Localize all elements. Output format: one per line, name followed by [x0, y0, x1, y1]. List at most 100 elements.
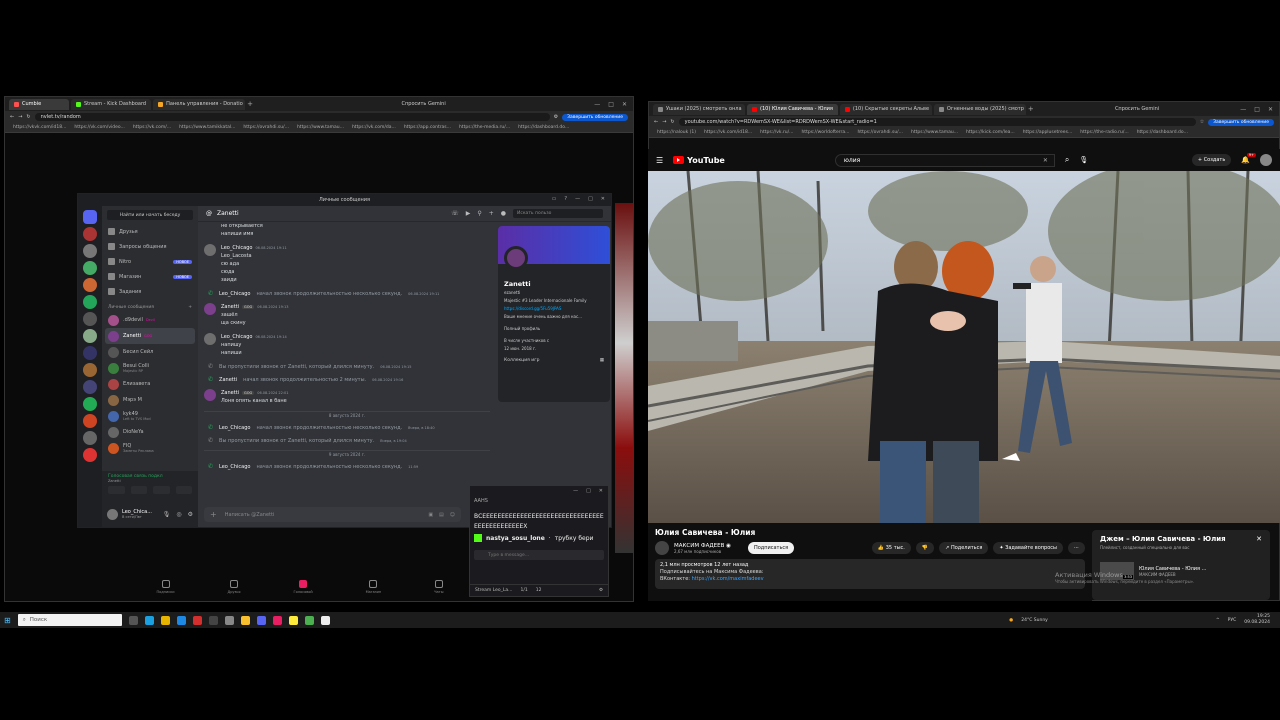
server-icon[interactable] — [83, 431, 97, 445]
right-tab-0[interactable]: Ушаки (2025) смотреть онла — [653, 103, 745, 115]
profile-toggle-icon[interactable]: ● — [501, 210, 506, 217]
nav-shop[interactable]: Магазин НОВОЕ — [102, 269, 198, 284]
find-conversation-button[interactable]: Найти или начать беседу — [107, 210, 193, 220]
avatar[interactable] — [204, 303, 216, 315]
mic-icon[interactable]: 🎙 — [163, 511, 171, 518]
server-icon[interactable] — [83, 261, 97, 275]
clock[interactable]: 19:25 09.08.2024 — [1244, 614, 1270, 626]
bookmark-7[interactable]: https://app.contras... — [404, 125, 451, 130]
gemini-button[interactable]: Спросить Gemini — [1115, 106, 1159, 112]
reload-icon[interactable]: ↻ — [670, 119, 674, 125]
close-icon[interactable]: ✕ — [599, 488, 603, 494]
dislike-button[interactable]: 👎 — [915, 542, 935, 554]
nav-item[interactable]: Магазин — [366, 580, 381, 600]
bookmark-1[interactable]: https://vk.com/video... — [74, 125, 124, 130]
more-button[interactable]: ⋯ — [1068, 542, 1085, 554]
event-author[interactable]: Leo_Chicago — [219, 425, 250, 431]
nav-friends[interactable]: Друзья — [102, 224, 198, 239]
minimize-icon[interactable]: — — [1240, 106, 1246, 113]
explorer-icon[interactable] — [160, 615, 170, 625]
bookmark-0[interactable]: https://vkvk.com/id18... — [13, 125, 66, 130]
new-tab-button[interactable]: + — [1028, 105, 1034, 113]
phone-icon[interactable]: ☏ — [451, 210, 459, 217]
profile-avatar[interactable] — [504, 246, 528, 270]
dm-item-6[interactable]: kyk49 Left to TVS Mod — [102, 408, 198, 424]
discord-home-icon[interactable] — [83, 210, 97, 224]
weather-text[interactable]: 24°C Sunny — [1021, 618, 1048, 623]
reload-icon[interactable]: ↻ — [26, 114, 30, 120]
clear-icon[interactable]: ✕ — [1043, 157, 1048, 164]
app-icon[interactable] — [272, 615, 282, 625]
bookmark-6[interactable]: https://kick.com/lea... — [966, 130, 1015, 135]
bookmark-9[interactable]: https://dashboard.do... — [518, 125, 569, 130]
language-indicator[interactable]: РУС — [1228, 618, 1237, 623]
bookmark-2[interactable]: https://vk.com/... — [133, 125, 171, 130]
app-icon[interactable] — [208, 615, 218, 625]
forward-icon[interactable]: → — [18, 114, 22, 120]
nav-item[interactable]: Подписки — [156, 580, 175, 600]
back-icon[interactable]: ← — [654, 119, 658, 125]
pin-icon[interactable]: ⚲ — [477, 210, 481, 217]
server-icon[interactable] — [83, 346, 97, 360]
nav-item[interactable]: Друзья — [227, 580, 241, 600]
event-author[interactable]: Leo_Chicago — [219, 291, 250, 297]
gear-icon[interactable]: ⚙ — [188, 511, 193, 518]
dm-item-0[interactable]: .d9devil Devil — [102, 312, 198, 328]
update-button[interactable]: Завершить обновление — [562, 113, 628, 121]
bookmark-3[interactable]: https://www.tamikkatal... — [179, 125, 235, 130]
dm-item-1[interactable]: Zanetti GOG — [105, 328, 195, 344]
new-dm-button[interactable]: + — [188, 305, 192, 310]
left-tab-0[interactable]: Cumbie — [9, 98, 69, 110]
gif-icon[interactable]: ▤ — [439, 512, 444, 518]
bookmark-7[interactable]: https://applusetrees... — [1023, 130, 1073, 135]
channel-avatar[interactable] — [655, 541, 669, 555]
message-author[interactable]: Leo_Chicago — [221, 245, 252, 251]
create-button[interactable]: + Создать — [1191, 154, 1232, 166]
avatar[interactable] — [107, 508, 118, 520]
app-icon[interactable] — [240, 615, 250, 625]
bookmark-1[interactable]: https://vk.com/id18... — [704, 130, 752, 135]
close-icon[interactable]: ✕ — [1256, 535, 1262, 543]
dm-item-5[interactable]: Мэрэ М — [102, 392, 198, 408]
bookmark-4[interactable]: https://ovrahdi.su/... — [243, 125, 289, 130]
event-author[interactable]: Leo_Chicago — [219, 464, 250, 470]
avatar[interactable] — [204, 333, 216, 345]
nav-item[interactable]: Чаты — [434, 580, 444, 600]
avatar[interactable] — [1260, 154, 1272, 166]
tray-chevron-icon[interactable]: ^ — [1216, 618, 1220, 623]
message-input[interactable]: + Написать @Zanetti ▣ ▤ ☺ — [204, 507, 461, 522]
add-server-icon[interactable] — [83, 295, 97, 309]
channel-name[interactable]: МАКСИМ ФАДЕЕВ ◉ — [674, 543, 731, 549]
message-author[interactable]: Zanetti — [221, 390, 239, 396]
dm-item-7[interactable]: DioNeYa — [102, 424, 198, 440]
dm-item-2[interactable]: Бесил Сейл — [102, 344, 198, 360]
app-icon[interactable] — [320, 615, 330, 625]
extensions-icon[interactable]: ⚙ — [554, 114, 558, 120]
dm-item-4[interactable]: Елизавета — [102, 376, 198, 392]
left-tab-1[interactable]: Stream - Kick Dashboard — [71, 98, 152, 110]
description[interactable]: 2,1 млн просмотров 12 лет назад Подписыв… — [655, 559, 1085, 589]
server-icon[interactable] — [83, 397, 97, 411]
left-tab-2[interactable]: Панель управления - Donatio — [153, 98, 246, 110]
gemini-button[interactable]: Спросить Gemini — [402, 101, 446, 107]
update-button[interactable]: Завершить обновление — [1208, 118, 1274, 126]
server-icon[interactable] — [83, 380, 97, 394]
nav-nitro[interactable]: Nitro НОВОЕ — [102, 254, 198, 269]
bookmark-6[interactable]: https://vk.com/da... — [352, 125, 396, 130]
nav-item[interactable]: Голосовой — [293, 580, 313, 600]
edge-icon[interactable] — [144, 615, 154, 625]
server-icon[interactable] — [83, 329, 97, 343]
nav-quests[interactable]: Задания — [102, 284, 198, 299]
bookmark-5[interactable]: https://www.tamau... — [297, 125, 344, 130]
bookmark-2[interactable]: https://vk.ru/... — [760, 130, 793, 135]
message-author[interactable]: Leo_Chicago — [221, 334, 252, 340]
telegram-icon[interactable] — [176, 615, 186, 625]
game-collection[interactable]: Коллекция игр ▦ — [504, 358, 604, 363]
vk-link[interactable]: https://vk.com/maximfadeev — [692, 576, 764, 582]
forward-icon[interactable]: → — [662, 119, 666, 125]
subscribe-button[interactable]: Подписаться — [747, 542, 795, 554]
headphones-icon[interactable]: ◎ — [176, 511, 181, 518]
maximize-icon[interactable]: □ — [586, 488, 591, 494]
bookmark-3[interactable]: https://worldofterra... — [801, 130, 849, 135]
bookmark-8[interactable]: https://the-media.ru/... — [459, 125, 510, 130]
